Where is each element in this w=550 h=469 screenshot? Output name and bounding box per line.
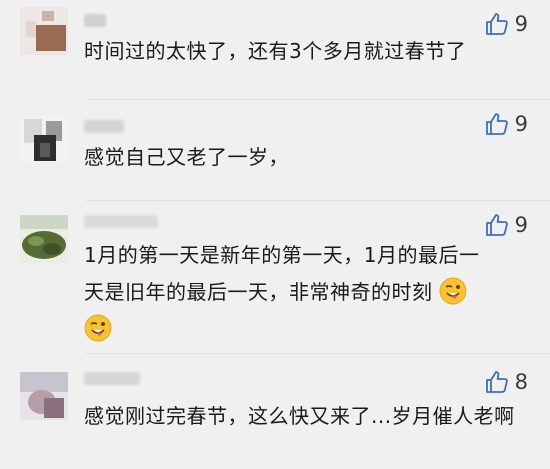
comment-item: 9 感觉自己又老了一岁，	[0, 100, 550, 200]
avatar[interactable]	[20, 115, 68, 163]
commenter-name[interactable]	[84, 120, 124, 133]
like-count: 8	[514, 370, 528, 394]
thumbs-up-icon	[485, 370, 509, 394]
comment-text-body: 1月的第一天是新年的第一天，1月的最后一天是旧年的最后一天，非常神奇的时刻	[84, 243, 480, 304]
like-button[interactable]: 9	[485, 112, 528, 136]
comment-text: 感觉刚过完春节，这么快又来了...岁月催人老啊	[84, 404, 515, 428]
avatar[interactable]	[20, 7, 68, 55]
avatar[interactable]	[20, 215, 68, 263]
like-button[interactable]: 8	[485, 370, 528, 394]
commenter-name[interactable]	[84, 372, 140, 385]
comment-text: 感觉自己又老了一岁，	[84, 145, 289, 169]
comment-item: 9 时间过的太快了，还有3个多月就过春节了	[0, 0, 550, 100]
comment-text: 时间过的太快了，还有3个多月就过春节了	[84, 39, 467, 63]
thumbs-up-icon	[485, 213, 509, 237]
like-button[interactable]: 9	[485, 213, 528, 237]
like-count: 9	[514, 112, 528, 136]
tongue-wink-emoji-icon	[439, 277, 467, 305]
commenter-name[interactable]	[84, 14, 106, 27]
tongue-wink-emoji-icon	[84, 314, 112, 342]
thumbs-up-icon	[485, 112, 509, 136]
avatar[interactable]	[20, 372, 68, 420]
comment-text: 1月的第一天是新年的第一天，1月的最后一天是旧年的最后一天，非常神奇的时刻	[84, 237, 496, 348]
commenter-name[interactable]	[84, 215, 158, 228]
comment-item: 9 1月的第一天是新年的第一天，1月的最后一天是旧年的最后一天，非常神奇的时刻	[0, 201, 550, 347]
like-count: 9	[514, 213, 528, 237]
comment-item: 8 感觉刚过完春节，这么快又来了...岁月催人老啊	[0, 354, 550, 469]
